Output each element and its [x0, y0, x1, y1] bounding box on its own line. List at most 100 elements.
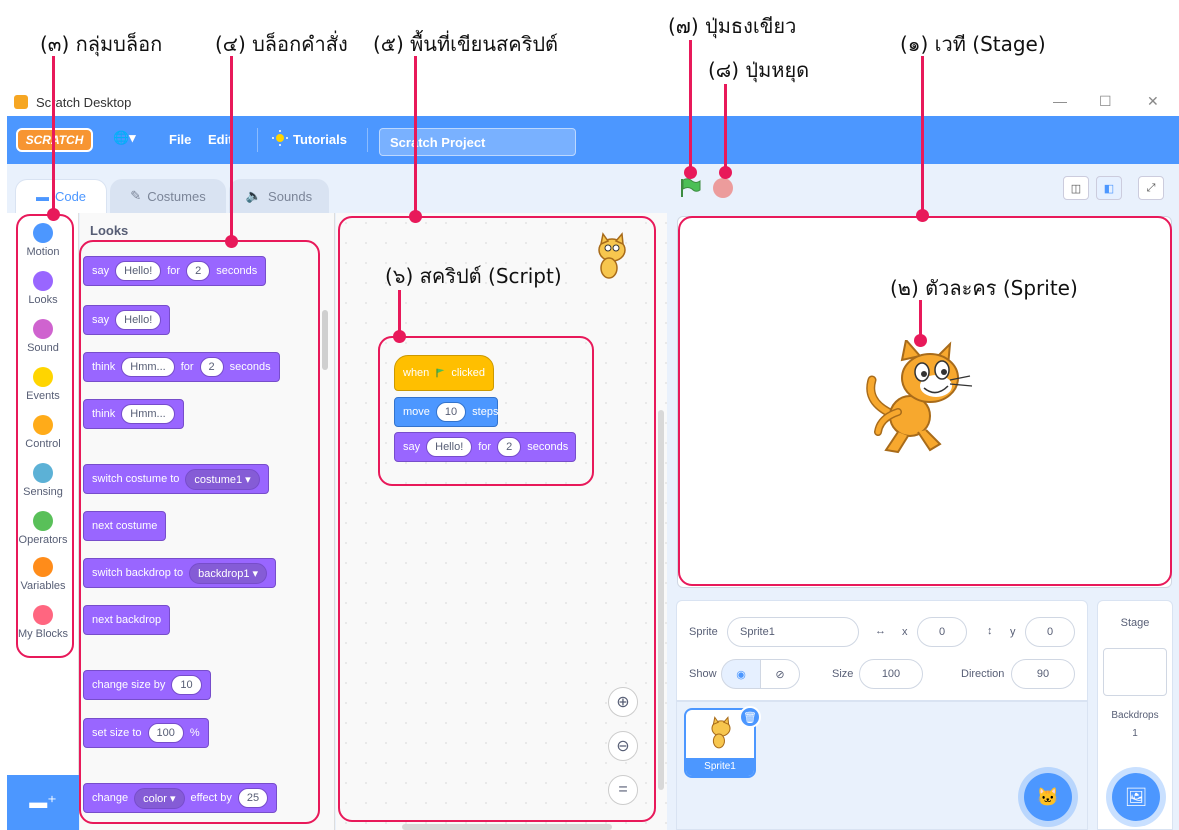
- block-text: switch backdrop to: [92, 567, 184, 579]
- category-control[interactable]: Control: [7, 415, 79, 450]
- block-input[interactable]: 10: [171, 675, 202, 695]
- block-input[interactable]: Hello!: [115, 261, 162, 281]
- script-move-steps[interactable]: move 10 steps: [394, 397, 498, 427]
- annotation-stage: (๑) เวที (Stage): [900, 32, 1046, 56]
- block-input[interactable]: Hmm...: [121, 404, 175, 424]
- block-say[interactable]: say Hello!: [83, 305, 171, 335]
- zoom-in-button[interactable]: ⊕: [608, 687, 638, 717]
- block-input[interactable]: Hello!: [115, 310, 162, 330]
- sprite-name-input[interactable]: Sprite1: [727, 617, 859, 647]
- block-input[interactable]: Hmm...: [121, 357, 175, 377]
- tab-costumes[interactable]: ✎ Costumes: [110, 179, 226, 213]
- normal-stage-button[interactable]: ◧: [1096, 176, 1122, 200]
- block-think[interactable]: think Hmm...: [83, 399, 184, 429]
- y-input[interactable]: 0: [1025, 617, 1075, 647]
- block-text: seconds: [229, 361, 271, 373]
- direction-input[interactable]: 90: [1011, 659, 1075, 689]
- block-next-costume[interactable]: next costume: [83, 511, 167, 541]
- script-say-for[interactable]: say Hello! for 2 seconds: [394, 432, 576, 462]
- block-input[interactable]: 10: [435, 402, 467, 422]
- project-title-input[interactable]: Scratch Project: [379, 128, 576, 156]
- tab-code-label: Code: [54, 189, 87, 204]
- backdrop-dropdown[interactable]: backdrop1 ▾: [189, 562, 268, 584]
- block-set-size[interactable]: set size to 100 %: [83, 718, 209, 748]
- size-label: Size: [832, 668, 854, 680]
- category-my-blocks[interactable]: My Blocks: [7, 605, 79, 640]
- maximize-button[interactable]: ☐: [1099, 93, 1112, 110]
- sensing-icon: [33, 463, 53, 483]
- category-sensing[interactable]: Sensing: [7, 463, 79, 498]
- category-label: Control: [25, 438, 61, 450]
- costume-dropdown[interactable]: costume1 ▾: [185, 468, 260, 490]
- stage-thumbnail[interactable]: [1103, 648, 1167, 696]
- small-stage-button[interactable]: ◫: [1063, 176, 1089, 200]
- block-change-size[interactable]: change size by 10: [83, 670, 211, 700]
- x-input[interactable]: 0: [917, 617, 967, 647]
- block-text: move: [403, 406, 430, 418]
- brush-icon: ✎: [130, 188, 142, 203]
- block-input[interactable]: 25: [237, 788, 269, 808]
- minimize-button[interactable]: —: [1053, 93, 1067, 109]
- eye-icon: ◉: [736, 668, 746, 681]
- block-text: think: [92, 361, 116, 373]
- block-text: when: [403, 367, 430, 379]
- close-button[interactable]: ✕: [1147, 93, 1159, 110]
- add-extension-button[interactable]: ▬⁺: [7, 775, 79, 830]
- language-menu[interactable]: 🌐▾: [113, 130, 136, 146]
- show-hidden-button[interactable]: ⊘: [760, 659, 800, 689]
- script-when-flag-clicked[interactable]: when clicked: [394, 355, 494, 391]
- block-text: %: [189, 727, 200, 739]
- category-variables[interactable]: Variables: [7, 557, 79, 592]
- block-text: for: [167, 265, 181, 277]
- category-label: Sensing: [23, 486, 63, 498]
- palette-scrollbar[interactable]: [322, 310, 328, 370]
- category-events[interactable]: Events: [7, 367, 79, 402]
- block-next-backdrop[interactable]: next backdrop: [83, 605, 171, 635]
- show-visible-button[interactable]: ◉: [721, 659, 761, 689]
- block-input[interactable]: 2: [497, 437, 522, 457]
- tab-sounds[interactable]: 🔈 Sounds: [229, 179, 329, 213]
- block-think-for[interactable]: think Hmm... for 2 seconds: [83, 352, 280, 382]
- pin-line-command-blocks: [230, 56, 233, 240]
- cat-sprite[interactable]: [858, 340, 978, 456]
- zoom-out-button[interactable]: ⊖: [608, 731, 638, 761]
- block-input[interactable]: 2: [186, 261, 211, 281]
- effect-dropdown[interactable]: color ▾: [134, 787, 185, 809]
- annotation-blocks-group: (๓) กลุ่มบล็อก: [40, 32, 163, 56]
- category-operators[interactable]: Operators: [7, 511, 79, 546]
- block-text: switch costume to: [92, 473, 180, 485]
- pin-line-blocks-group: [52, 56, 55, 214]
- zoom-reset-button[interactable]: =: [608, 775, 638, 805]
- annotation-stop-button: (๘) ปุ่มหยุด: [708, 58, 810, 82]
- script-horizontal-scrollbar[interactable]: [402, 824, 612, 830]
- speaker-icon: 🔈: [245, 188, 263, 203]
- block-say-for[interactable]: say Hello! for 2 seconds: [83, 256, 267, 286]
- backdrop-add-icon: 🖼: [1124, 786, 1148, 807]
- tab-code[interactable]: ▬ Code: [15, 179, 107, 213]
- choose-sprite-button[interactable]: 🐱: [1024, 773, 1072, 821]
- block-input[interactable]: 2: [199, 357, 224, 377]
- block-input[interactable]: 100: [147, 723, 184, 743]
- block-input[interactable]: Hello!: [426, 437, 473, 457]
- trash-icon: 🗑: [743, 711, 757, 724]
- category-looks[interactable]: Looks: [7, 271, 79, 306]
- size-input[interactable]: 100: [859, 659, 923, 689]
- block-switch-costume[interactable]: switch costume to costume1 ▾: [83, 464, 269, 494]
- category-motion[interactable]: Motion: [7, 223, 79, 258]
- script-vertical-scrollbar[interactable]: [658, 410, 664, 790]
- fullscreen-button[interactable]: ⤢: [1138, 176, 1164, 200]
- tutorials-menu[interactable]: Tutorials: [293, 132, 347, 147]
- block-change-effect[interactable]: change color ▾ effect by 25: [83, 783, 278, 813]
- window-title: Scratch Desktop: [36, 95, 132, 110]
- stop-button[interactable]: [713, 178, 733, 198]
- block-text: next backdrop: [92, 614, 162, 626]
- file-menu[interactable]: File: [169, 132, 191, 147]
- edit-menu[interactable]: Edit: [208, 132, 233, 147]
- block-switch-backdrop[interactable]: switch backdrop to backdrop1 ▾: [83, 558, 277, 588]
- block-text: effect by: [190, 792, 232, 804]
- choose-backdrop-button[interactable]: 🖼: [1112, 773, 1160, 821]
- title-bar: Scratch Desktop — ☐ ✕: [7, 89, 1179, 116]
- category-sound[interactable]: Sound: [7, 319, 79, 354]
- delete-sprite-button[interactable]: 🗑: [739, 706, 761, 728]
- green-flag-button[interactable]: [679, 178, 701, 198]
